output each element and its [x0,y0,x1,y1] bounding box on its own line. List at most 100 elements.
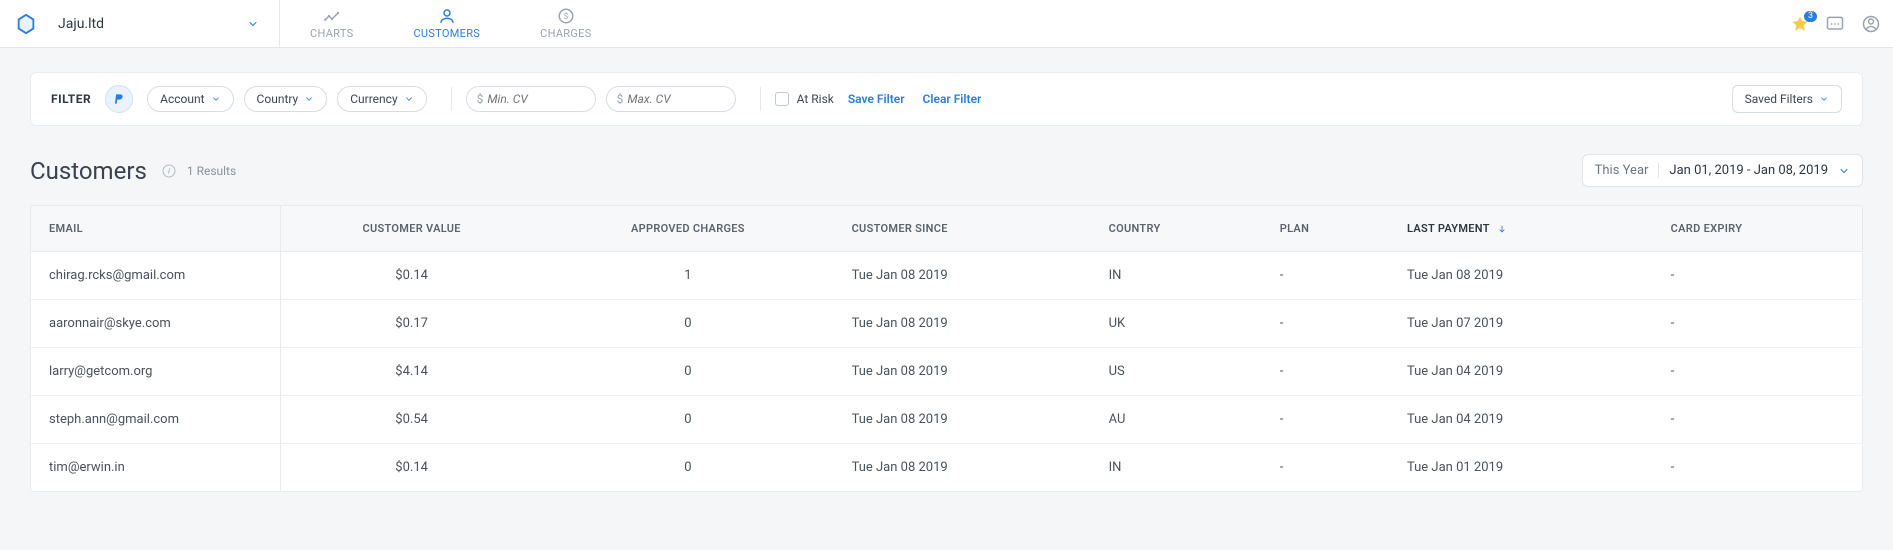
cell-customer-since: Tue Jan 08 2019 [834,252,1091,300]
table-row[interactable]: steph.ann@gmail.com$0.540Tue Jan 08 2019… [31,396,1862,444]
th-last-payment-label: LAST PAYMENT [1407,222,1490,235]
filter-country-label: Country [257,92,299,106]
app-logo[interactable] [12,10,40,38]
cell-plan: - [1262,300,1389,348]
clear-filter-link[interactable]: Clear Filter [923,92,982,106]
th-customer-value[interactable]: CUSTOMER VALUE [281,206,542,252]
main-nav: CHARTS CUSTOMERS $ CHARGES [280,1,622,46]
nav-charts[interactable]: CHARTS [280,1,383,46]
nav-customers-label: CUSTOMERS [413,27,480,40]
cell-approved-charges: 0 [542,348,833,396]
cell-customer-since: Tue Jan 08 2019 [834,300,1091,348]
cell-approved-charges: 0 [542,300,833,348]
cell-last-payment: Tue Jan 01 2019 [1389,444,1653,491]
max-cv-field[interactable] [627,92,724,106]
table-header-row: EMAIL CUSTOMER VALUE APPROVED CHARGES CU… [31,206,1862,252]
cell-email: chirag.rcks@gmail.com [31,252,281,300]
chevron-down-icon [404,94,414,104]
min-cv-field[interactable] [487,92,584,106]
nav-customers[interactable]: CUSTOMERS [383,1,510,46]
workspace-name: Jaju.ltd [58,16,104,32]
cell-card-expiry: - [1653,300,1862,348]
filter-currency-label: Currency [350,92,397,106]
th-plan[interactable]: PLAN [1262,206,1389,252]
table-row[interactable]: chirag.rcks@gmail.com$0.141Tue Jan 08 20… [31,252,1862,300]
divider [760,87,761,111]
cell-last-payment: Tue Jan 08 2019 [1389,252,1653,300]
cell-country: US [1091,348,1262,396]
nav-charges[interactable]: $ CHARGES [510,1,621,46]
star-count: 3 [1804,11,1817,22]
table-row[interactable]: tim@erwin.in$0.140Tue Jan 08 2019IN-Tue … [31,444,1862,491]
cell-customer-since: Tue Jan 08 2019 [834,396,1091,444]
at-risk-checkbox[interactable] [775,92,789,106]
chat-icon [1825,14,1845,34]
nav-charts-label: CHARTS [310,27,353,40]
th-card-expiry[interactable]: CARD EXPIRY [1653,206,1862,252]
filter-country[interactable]: Country [244,86,328,112]
min-cv-input[interactable]: $ [466,86,596,112]
th-approved-charges[interactable]: APPROVED CHARGES [542,206,833,252]
filter-currency[interactable]: Currency [337,86,426,112]
date-range: Jan 01, 2019 - Jan 08, 2019 [1669,163,1828,178]
dollar-icon: $ [617,92,624,106]
customers-table: EMAIL CUSTOMER VALUE APPROVED CHARGES CU… [30,205,1863,492]
th-country[interactable]: COUNTRY [1091,206,1262,252]
save-filter-link[interactable]: Save Filter [848,92,905,106]
cell-email: tim@erwin.in [31,444,281,491]
saved-filters-label: Saved Filters [1745,92,1813,106]
divider [451,87,452,111]
cell-customer-since: Tue Jan 08 2019 [834,348,1091,396]
chat-button[interactable] [1825,14,1845,34]
chevron-down-icon [1838,165,1850,177]
cell-plan: - [1262,348,1389,396]
dollar-icon: $ [477,92,484,106]
th-email[interactable]: EMAIL [31,206,281,252]
cell-approved-charges: 0 [542,396,833,444]
max-cv-input[interactable]: $ [606,86,736,112]
customers-icon [438,7,456,25]
info-icon[interactable]: i [161,163,177,179]
cell-card-expiry: - [1653,444,1862,491]
chevron-down-icon [211,94,221,104]
date-range-picker[interactable]: This Year Jan 01, 2019 - Jan 08, 2019 [1582,154,1863,187]
date-preset: This Year [1595,163,1660,178]
saved-filters-dropdown[interactable]: Saved Filters [1732,85,1842,113]
filter-bar: FILTER Account Country Currency $ $ At R [30,72,1863,126]
table-row[interactable]: aaronnair@skye.com$0.170Tue Jan 08 2019U… [31,300,1862,348]
heading-row: Customers i 1 Results This Year Jan 01, … [30,154,1863,187]
cell-card-expiry: - [1653,396,1862,444]
chevron-down-icon [1819,94,1829,104]
topbar-right: 3 [1791,14,1881,34]
profile-button[interactable] [1861,14,1881,34]
cell-country: AU [1091,396,1262,444]
table-row[interactable]: larry@getcom.org$4.140Tue Jan 08 2019US-… [31,348,1862,396]
charges-icon: $ [557,7,575,25]
th-last-payment[interactable]: LAST PAYMENT [1389,206,1653,252]
th-customer-since[interactable]: CUSTOMER SINCE [834,206,1091,252]
sort-desc-icon [1497,224,1507,234]
cell-customer-since: Tue Jan 08 2019 [834,444,1091,491]
cell-approved-charges: 1 [542,252,833,300]
filter-source-icon[interactable] [105,85,133,113]
cell-customer-value: $0.14 [281,252,542,300]
cell-card-expiry: - [1653,348,1862,396]
cell-email: larry@getcom.org [31,348,281,396]
charts-icon [323,7,341,25]
cell-customer-value: $0.14 [281,444,542,491]
cell-customer-value: $0.17 [281,300,542,348]
page-title: Customers [30,157,147,185]
filter-account-label: Account [160,92,204,106]
cell-email: aaronnair@skye.com [31,300,281,348]
svg-text:i: i [168,166,170,175]
filter-account[interactable]: Account [147,86,233,112]
profile-icon [1861,14,1881,34]
paypal-icon [112,92,126,106]
cell-card-expiry: - [1653,252,1862,300]
topbar: Jaju.ltd CHARTS CUSTOMERS $ CHARGES 3 [0,0,1893,48]
cell-plan: - [1262,444,1389,491]
workspace-picker[interactable]: Jaju.ltd [48,0,280,48]
notifications-star[interactable]: 3 [1791,15,1809,33]
at-risk-checkbox-group[interactable]: At Risk [775,92,834,106]
chevron-down-icon [247,18,259,30]
